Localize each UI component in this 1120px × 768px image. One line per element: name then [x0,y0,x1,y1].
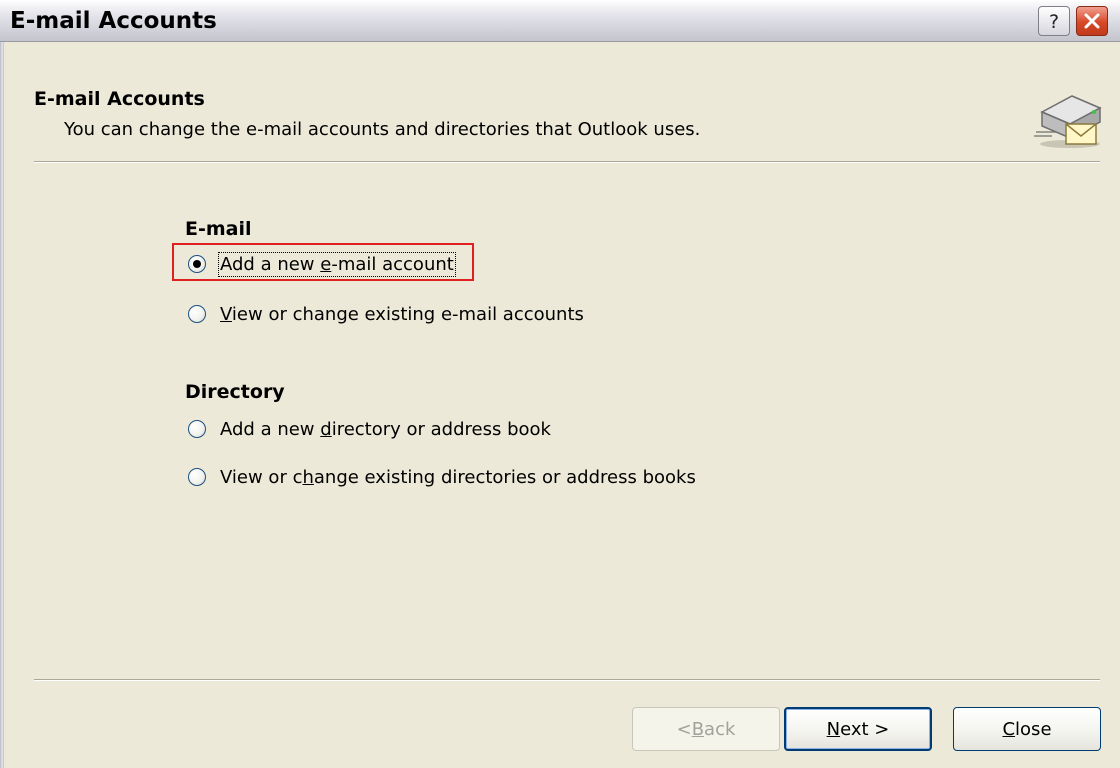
view-change-directories-radio[interactable]: View or change existing directories or a… [188,462,696,492]
view-change-email-accounts-label[interactable]: View or change existing e-mail accounts [220,304,584,325]
add-new-email-account-label[interactable]: Add a new e-mail account [218,251,456,277]
header-title: E-mail Accounts [34,88,205,110]
view-change-email-accounts-radio[interactable]: View or change existing e-mail accounts [188,299,584,329]
svg-text:?: ? [1049,11,1059,32]
radio-button[interactable] [188,305,206,323]
close-window-button[interactable] [1076,6,1108,36]
radio-button-checked[interactable] [188,255,206,273]
radio-button[interactable] [188,420,206,438]
add-new-email-account-radio[interactable]: Add a new e-mail account [188,249,456,279]
radio-button[interactable] [188,468,206,486]
add-new-directory-label[interactable]: Add a new directory or address book [220,419,551,440]
view-change-directories-label[interactable]: View or change existing directories or a… [220,467,696,488]
window-title: E-mail Accounts [10,8,217,34]
email-group-label: E-mail [185,218,252,240]
close-icon [1084,13,1100,29]
title-bar[interactable]: E-mail Accounts ? [0,0,1120,42]
add-new-directory-radio[interactable]: Add a new directory or address book [188,414,551,444]
mail-server-icon [1034,95,1102,148]
back-button[interactable]: < Back [632,707,780,751]
question-mark-icon: ? [1049,11,1059,32]
close-button[interactable]: Close [953,707,1101,751]
directory-group-label: Directory [185,381,285,403]
header-description: You can change the e-mail accounts and d… [64,119,701,140]
footer-separator [34,679,1100,681]
help-button[interactable]: ? [1038,6,1070,36]
header-separator [34,161,1100,163]
email-accounts-dialog: E-mail Accounts ? E-mail Accounts You ca… [0,0,1120,768]
window-border [0,42,4,768]
next-button[interactable]: Next > [784,707,932,751]
